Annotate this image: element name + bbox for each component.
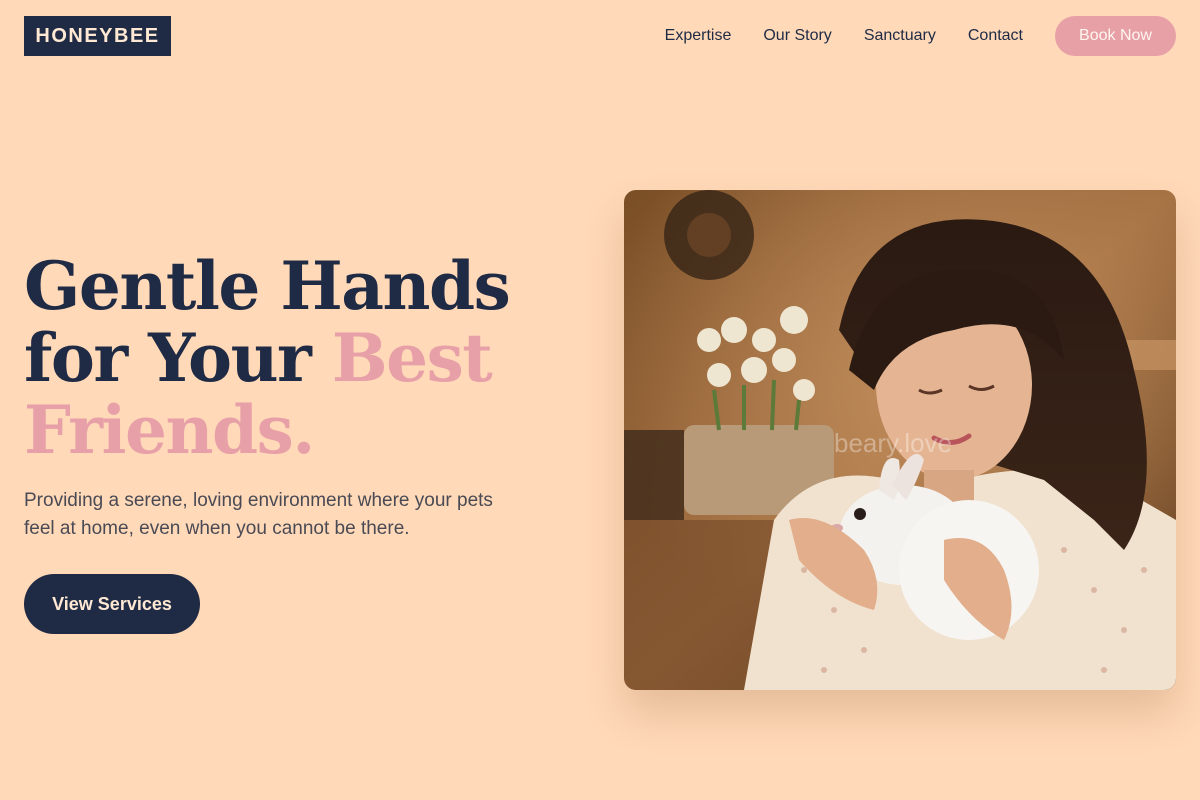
logo[interactable]: HONEYBEE bbox=[24, 16, 171, 56]
hero-title-accent-best: Best bbox=[331, 319, 493, 397]
image-watermark: beary.love bbox=[834, 428, 952, 458]
hero-title: Gentle Hands for Your Best Friends. bbox=[24, 250, 584, 466]
hero-image: beary.love bbox=[624, 190, 1176, 690]
site-header: HONEYBEE Expertise Our Story Sanctuary C… bbox=[0, 0, 1200, 72]
hero-title-line-3: Friends. bbox=[24, 391, 315, 469]
nav-link-expertise[interactable]: Expertise bbox=[665, 27, 732, 45]
hero-title-line-1: Gentle Hands bbox=[24, 247, 511, 325]
nav-link-our-story[interactable]: Our Story bbox=[763, 27, 831, 45]
book-now-button[interactable]: Book Now bbox=[1055, 16, 1176, 56]
hero-photo-woman-with-bunny: beary.love bbox=[624, 190, 1176, 690]
hero-title-line-2: for Your Best bbox=[24, 322, 584, 394]
main-nav: Expertise Our Story Sanctuary Contact Bo… bbox=[665, 16, 1176, 56]
view-services-button[interactable]: View Services bbox=[24, 574, 200, 634]
nav-link-sanctuary[interactable]: Sanctuary bbox=[864, 27, 936, 45]
nav-link-contact[interactable]: Contact bbox=[968, 27, 1023, 45]
hero-subtitle: Providing a serene, loving environment w… bbox=[24, 490, 493, 539]
hero-title-line-2-prefix: for Your bbox=[24, 319, 332, 397]
